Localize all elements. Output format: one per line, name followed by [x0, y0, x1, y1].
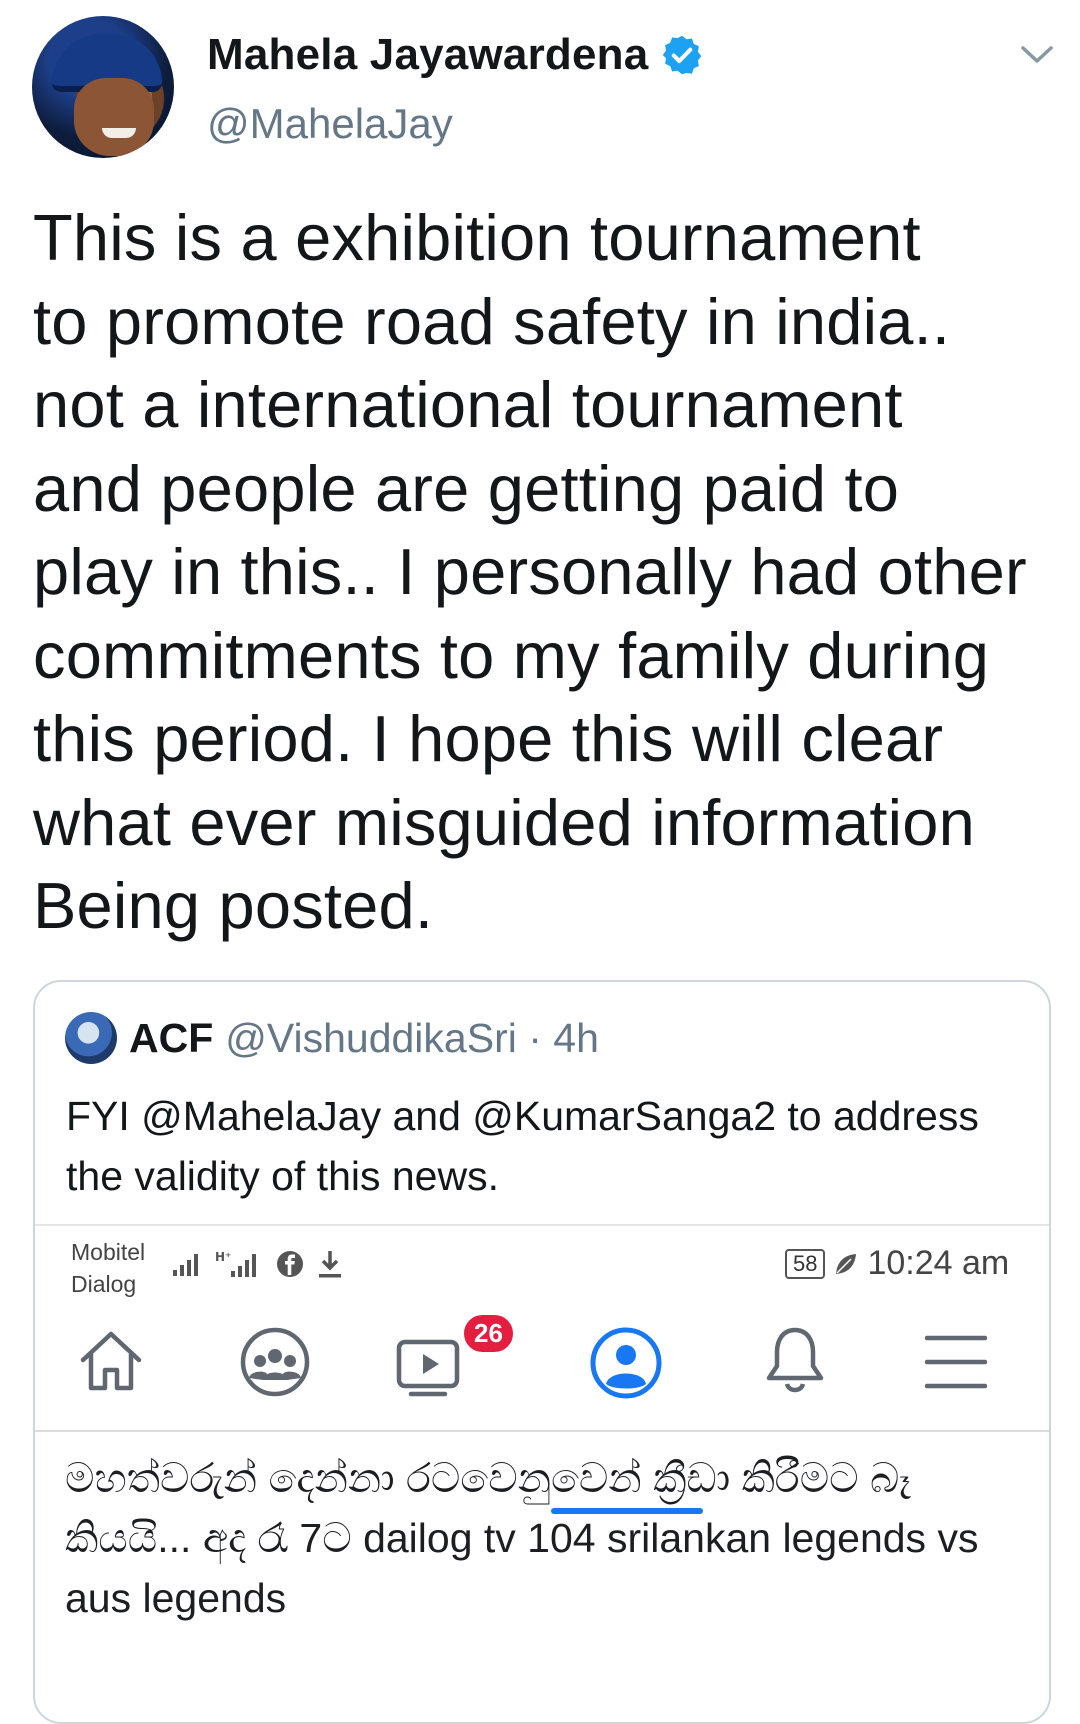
- quoted-handle[interactable]: @VishuddikaSri · 4h: [225, 1015, 599, 1062]
- signal-hplus-icon: H⁺: [215, 1250, 256, 1277]
- author-name[interactable]: Mahela Jayawardena: [207, 30, 648, 80]
- groups-icon[interactable]: [239, 1326, 311, 1398]
- menu-icon[interactable]: [925, 1334, 987, 1390]
- watch-icon[interactable]: [395, 1336, 465, 1398]
- carrier-2: Dialog: [71, 1271, 137, 1297]
- author-name-row[interactable]: Mahela Jayawardena: [207, 30, 704, 80]
- facebook-post-text: මහත්වරුන් දෙන්නා රටවෙනුවෙන් ක්‍රීඩා කිරී…: [65, 1455, 979, 1621]
- avatar-smile: [102, 128, 136, 138]
- author-handle[interactable]: @MahelaJay: [207, 100, 453, 148]
- status-time-area: 58 10:24 am: [785, 1244, 1009, 1283]
- quoted-text: FYI @MahelaJay and @KumarSanga2 to addre…: [66, 1093, 979, 1199]
- author-avatar[interactable]: [32, 16, 174, 158]
- quoted-screenshot-image[interactable]: Mobitel Dialog H⁺ 58 10:24 am 26 මහත්වරු…: [35, 1224, 1049, 1722]
- home-icon[interactable]: [77, 1326, 145, 1396]
- avatar-face: [74, 78, 154, 156]
- quoted-avatar[interactable]: [65, 1012, 117, 1064]
- profile-icon[interactable]: [589, 1326, 663, 1400]
- quoted-name[interactable]: ACF: [129, 1015, 213, 1062]
- verified-icon: [663, 35, 702, 75]
- leaf-icon: [836, 1253, 857, 1274]
- status-time: 10:24 am: [867, 1244, 1010, 1282]
- carrier-1: Mobitel: [71, 1239, 146, 1265]
- battery-level: 58: [785, 1248, 826, 1279]
- carrier-labels: Mobitel Dialog: [71, 1236, 145, 1300]
- signal-icon: [173, 1254, 198, 1276]
- tweet-text: This is a exhibition tournament to promo…: [33, 201, 1027, 942]
- watch-badge: 26: [461, 1312, 516, 1355]
- quoted-header: ACF @VishuddikaSri · 4h: [65, 1012, 599, 1064]
- svg-text:H⁺: H⁺: [215, 1250, 231, 1264]
- facebook-icon: [277, 1251, 303, 1277]
- chevron-down-icon[interactable]: [1020, 44, 1054, 66]
- bell-icon[interactable]: [763, 1322, 827, 1396]
- facebook-nav-bar: 26: [35, 1312, 1049, 1514]
- status-icons: H⁺: [171, 1248, 345, 1280]
- download-icon: [319, 1251, 341, 1278]
- quoted-tweet[interactable]: ACF @VishuddikaSri · 4h FYI @MahelaJay a…: [33, 980, 1051, 1724]
- nav-divider: [35, 1430, 1049, 1432]
